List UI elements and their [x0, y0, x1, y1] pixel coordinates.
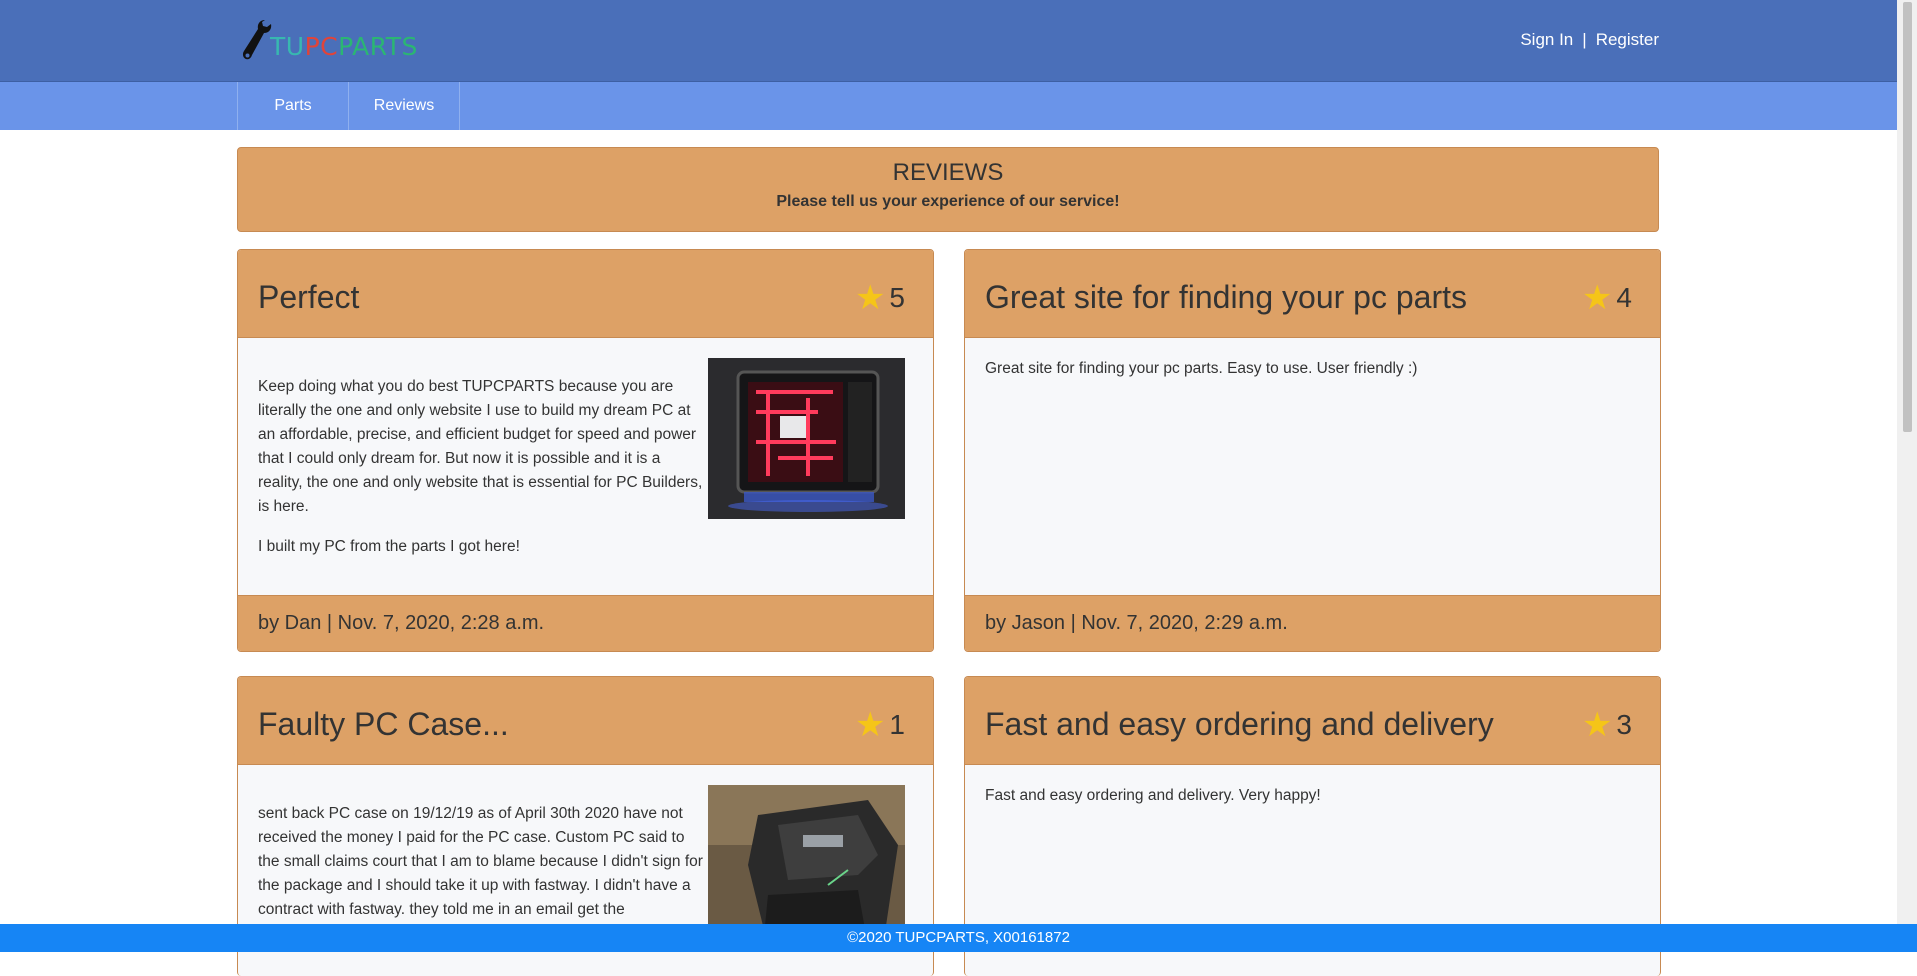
review-title: Great site for finding your pc parts [985, 279, 1467, 315]
star-icon: ★ [1581, 279, 1613, 317]
logo[interactable]: TUPCPARTS [238, 18, 418, 64]
review-rating: ★ 1 [855, 708, 905, 742]
review-body: Keep doing what you do best TUPCPARTS be… [238, 338, 933, 559]
review-text: I built my PC from the parts I got here! [258, 538, 520, 555]
review-rating: ★ 5 [855, 281, 905, 315]
review-rating: ★ 3 [1582, 708, 1632, 742]
review-card-header: Faulty PC Case... ★ 1 [238, 677, 933, 765]
review-text: sent back PC case on 19/12/19 as of Apri… [258, 805, 703, 918]
review-card-header: Fast and easy ordering and delivery ★ 3 [965, 677, 1660, 765]
review-footer: by Jason | Nov. 7, 2020, 2:29 a.m. [965, 595, 1660, 651]
review-title: Perfect [258, 279, 360, 315]
review-text: Great site for finding your pc parts. Ea… [985, 360, 1418, 377]
nav-bar: Parts Reviews [0, 82, 1897, 130]
sign-in-link[interactable]: Sign In [1520, 30, 1573, 50]
review-title: Faulty PC Case... [258, 706, 509, 742]
review-text: Keep doing what you do best TUPCPARTS be… [258, 378, 703, 515]
rating-value: 1 [889, 709, 905, 740]
review-card: Perfect ★ 5 Keep doing what you do best … [237, 249, 934, 652]
scrollbar-thumb[interactable] [1903, 2, 1912, 432]
header-bar: TUPCPARTS Sign In | Register [0, 0, 1897, 82]
review-footer: by Dan | Nov. 7, 2020, 2:28 a.m. [238, 595, 933, 651]
nav-item-parts[interactable]: Parts [237, 82, 348, 130]
review-text: Fast and easy ordering and delivery. Ver… [985, 787, 1321, 804]
auth-separator: | [1582, 30, 1587, 49]
register-link[interactable]: Register [1596, 30, 1659, 50]
review-image-pc-case [708, 785, 905, 946]
wrench-icon [242, 20, 272, 60]
auth-links: Sign In | Register [1520, 30, 1659, 50]
nav-item-reviews[interactable]: Reviews [348, 82, 460, 130]
review-card: Great site for finding your pc parts ★ 4… [964, 249, 1661, 652]
rating-value: 5 [889, 282, 905, 313]
logo-text: TUPCPARTS [270, 32, 418, 61]
star-icon: ★ [854, 279, 886, 317]
page-title: REVIEWS [892, 159, 1004, 186]
star-icon: ★ [854, 706, 886, 744]
rating-value: 4 [1616, 282, 1632, 313]
review-card-header: Perfect ★ 5 [238, 250, 933, 338]
review-title: Fast and easy ordering and delivery [985, 706, 1494, 742]
review-rating: ★ 4 [1582, 281, 1632, 315]
star-icon: ★ [1581, 706, 1613, 744]
vertical-scrollbar[interactable] [1897, 0, 1917, 924]
review-image-pc-build [708, 358, 905, 519]
rating-value: 3 [1616, 709, 1632, 740]
page-subtitle: Please tell us your experience of our se… [776, 193, 1120, 210]
review-card-header: Great site for finding your pc parts ★ 4 [965, 250, 1660, 338]
review-body: sent back PC case on 19/12/19 as of Apri… [238, 765, 933, 946]
logo-text-pc: PC [304, 31, 339, 61]
logo-text-tu: TU [270, 31, 305, 61]
reviews-banner: REVIEWS Please tell us your experience o… [237, 147, 1659, 232]
review-body: Great site for finding your pc parts. Ea… [965, 338, 1660, 381]
review-body: Fast and easy ordering and delivery. Ver… [965, 765, 1660, 808]
logo-text-parts: PARTS [338, 31, 418, 61]
page-footer: ©2020 TUPCPARTS, X00161872 [0, 924, 1917, 952]
